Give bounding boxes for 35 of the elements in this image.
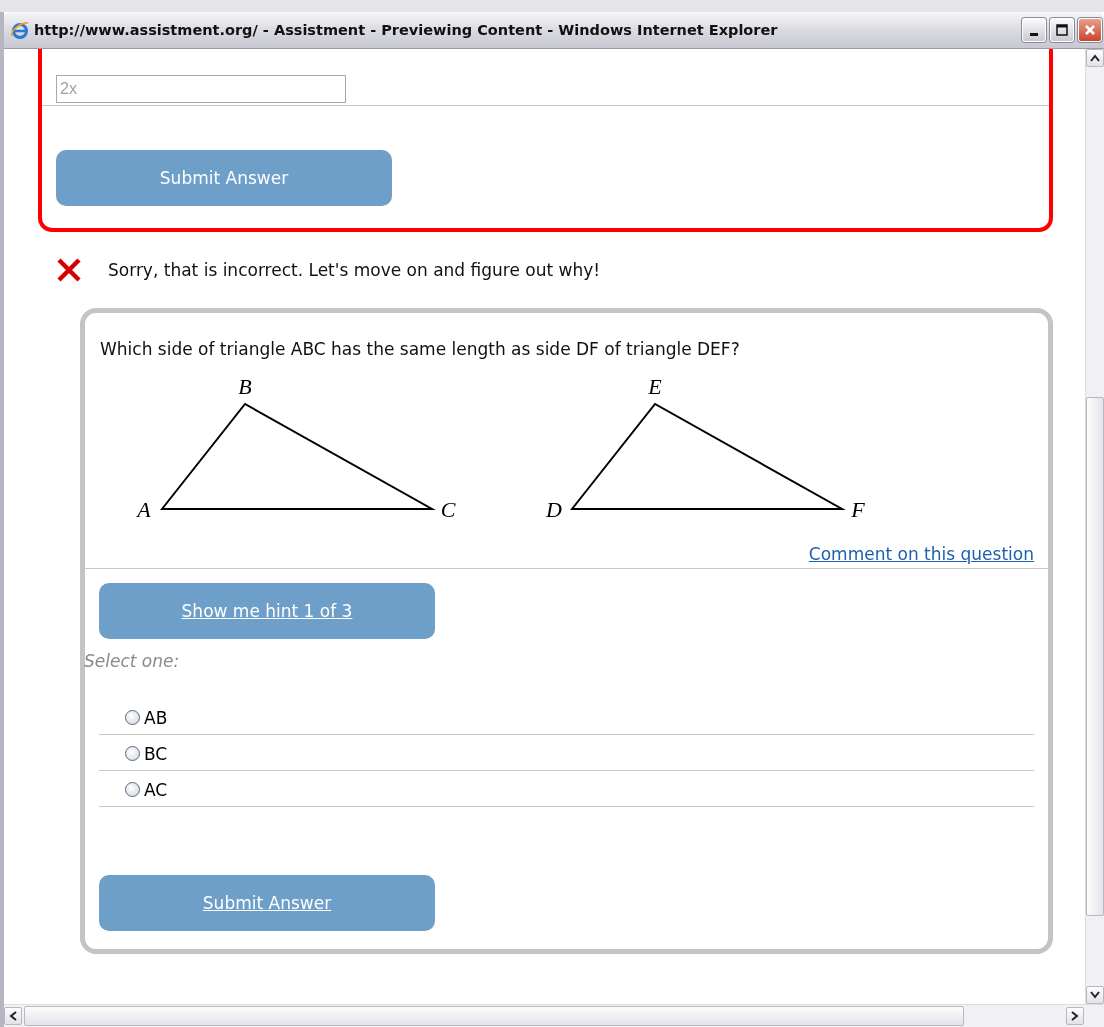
vertex-label: E [648,374,662,399]
scroll-down-button[interactable] [1086,986,1104,1004]
scroll-thumb[interactable] [24,1006,964,1026]
close-icon [1084,24,1096,36]
caret-up-icon [1090,54,1100,62]
option-label[interactable]: BC [144,743,168,764]
scroll-thumb[interactable] [1086,397,1104,916]
comment-link[interactable]: Comment on this question [808,544,1034,564]
x-mark-icon [56,258,82,282]
scroll-left-button[interactable] [4,1007,22,1025]
option-label[interactable]: AC [144,779,168,800]
feedback-message: Sorry, that is incorrect. Let's move on and figure out why! [108,260,601,280]
radio-button[interactable] [125,710,140,725]
radio-button[interactable] [125,746,140,761]
maximize-button[interactable] [1050,18,1074,42]
window-title: http://www.assistment.org/ - Assistment - Previewing Content - Windows Internet Explorer [34,22,779,38]
caret-left-icon [9,1011,17,1021]
caret-down-icon [1090,991,1100,999]
vertex-label: C [440,497,456,522]
maximize-icon [1056,24,1068,36]
minimize-icon [1030,32,1038,36]
vertex-label: F [851,497,865,522]
vertex-label: D [546,497,562,522]
radio-button[interactable] [125,782,140,797]
caret-right-icon [1071,1011,1079,1021]
minimize-button[interactable] [1022,18,1046,42]
vertex-label: B [238,374,252,399]
scroll-up-button[interactable] [1086,49,1104,67]
browser-icon [10,20,30,40]
vertex-label: A [137,497,151,522]
option-label[interactable]: AB [144,707,168,728]
question-text: Which side of triangle ABC has the same length as side DF of triangle DEF? [99,338,741,359]
scroll-right-button[interactable] [1066,1007,1084,1025]
select-label: Select one: [84,651,181,671]
close-button[interactable] [1078,18,1102,42]
